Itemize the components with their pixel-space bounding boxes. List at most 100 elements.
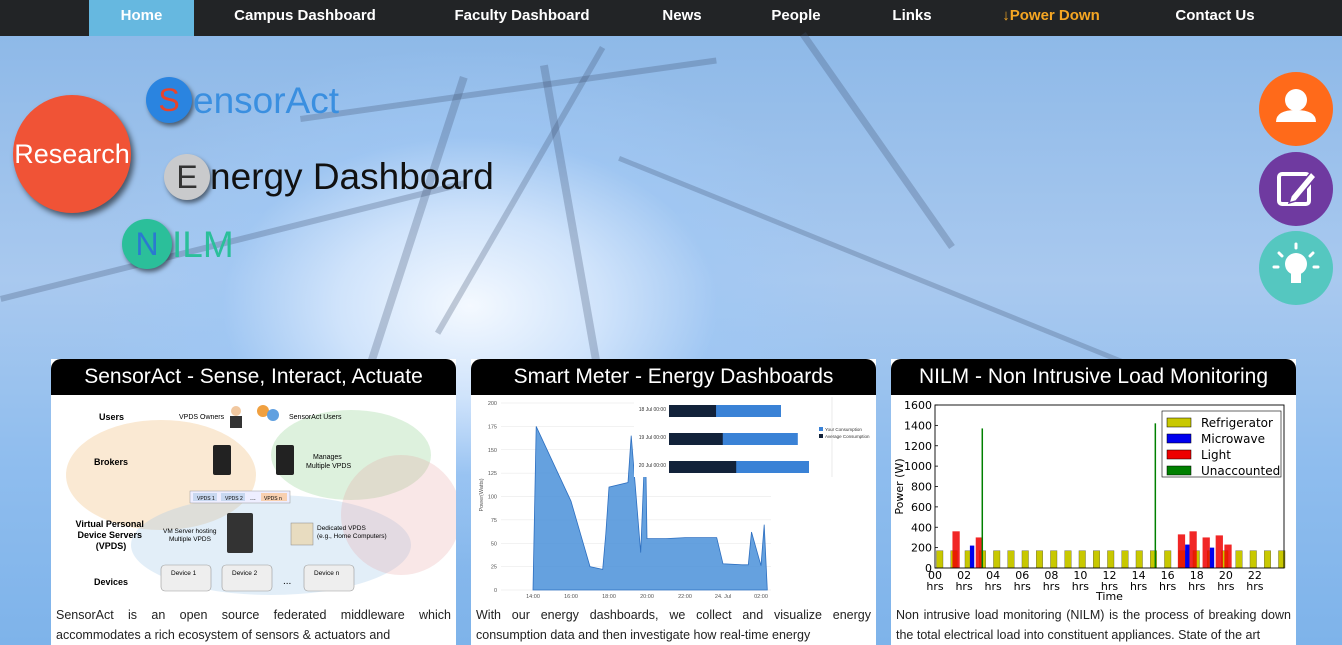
y-tick-label: 800: [911, 481, 932, 494]
vpds-dots: ...: [250, 495, 256, 502]
y-tick-label: 1000: [904, 460, 932, 473]
broker-server: [276, 445, 294, 475]
bar-category-label: 18 Jul 00:00: [639, 407, 666, 413]
microwave-block: [1209, 547, 1215, 568]
sensoract-architecture-diagram: Users Brokers Virtual Personal Device Se…: [51, 395, 456, 602]
y-tick-label: 1400: [904, 419, 932, 432]
y-tick-label: 100: [488, 495, 497, 501]
y-tick-label: 175: [488, 424, 497, 430]
device-box: [160, 564, 212, 592]
unaccounted-spike: [1154, 423, 1157, 568]
y-tick-label: 600: [911, 501, 932, 514]
x-tick-label: hrs: [1072, 580, 1089, 593]
nav-people[interactable]: People: [754, 0, 838, 36]
vpds-label: VPDS n: [264, 496, 282, 502]
owners-label: VPDS Owners: [179, 414, 225, 421]
row-label: Users: [99, 412, 124, 422]
bar-category-label: 20 Jul 00:00: [639, 463, 666, 469]
device-label: Device 2: [232, 570, 258, 577]
y-tick-label: 75: [491, 518, 497, 524]
nilm-link[interactable]: ILM: [172, 224, 234, 266]
y-tick-label: 125: [488, 471, 497, 477]
light-block: [1215, 535, 1223, 568]
nav-news[interactable]: News: [640, 0, 724, 36]
legend-label: Average Consumption: [825, 434, 870, 439]
smart-meter-chart: 0 25 50 75 100 125 150 175 200 14:00 16:00 18:00 20:…: [479, 397, 874, 600]
x-tick-label: 02:00: [754, 594, 768, 600]
nilm-chart-image: 0 200 400 600 800 1000 1200 1400 1600 00 hrs 02 hrs 0…: [891, 395, 1296, 603]
microwave-block: [969, 545, 975, 568]
legend-label: Your Consumption: [825, 427, 862, 432]
legend-swatch: [1166, 417, 1192, 428]
bar-average-consumption: [669, 405, 717, 417]
refrigerator-cycle: [1264, 550, 1271, 569]
users-label: SensorAct Users: [289, 414, 342, 421]
x-tick-label: hrs: [1188, 580, 1205, 593]
device-label: Device n: [314, 570, 340, 577]
y-tick-label: 1200: [904, 440, 932, 453]
manages-label-line: Multiple VPDS: [306, 463, 351, 470]
microwave-block: [1185, 544, 1190, 568]
light-block: [952, 531, 960, 568]
device-dots: ...: [283, 576, 291, 587]
row-label-line: Device Servers: [77, 530, 142, 540]
card-text: Non intrusive load monitoring (NILM) is …: [896, 608, 1291, 642]
x-tick-label: 14:00: [526, 594, 540, 600]
legend-label: Unaccounted: [1201, 464, 1280, 478]
research-bubble[interactable]: Research: [13, 95, 131, 213]
owner-figure: [230, 416, 242, 428]
nilm-chart: 0200400600800100012001400160000hrs02hrs0…: [893, 399, 1286, 603]
bar-average-consumption: [669, 433, 723, 445]
light-block: [1202, 537, 1210, 568]
light-block: [1177, 534, 1186, 568]
row-label-line: Virtual Personal: [76, 519, 144, 529]
refrigerator-cycle: [1164, 550, 1172, 569]
device-box: [221, 564, 273, 592]
edit-icon: [1277, 170, 1318, 206]
x-tick-label: 16:00: [564, 594, 578, 600]
broker-server: [213, 445, 231, 475]
vmserver-label-line: Multiple VPDS: [169, 536, 212, 543]
refrigerator-cycle: [1064, 550, 1072, 569]
refrigerator-cycle: [1021, 550, 1029, 569]
user-button[interactable]: [1259, 72, 1333, 146]
pylon-shape: [300, 57, 717, 122]
legend-swatch: [819, 427, 823, 431]
pylon-shape: [367, 76, 468, 364]
y-tick-label: 150: [488, 448, 497, 454]
nav-power-down[interactable]: ↓Power Down: [985, 0, 1117, 36]
nav-faculty-dashboard[interactable]: Faculty Dashboard: [432, 0, 612, 36]
lightbulb-button[interactable]: [1259, 231, 1333, 305]
sensoract-link[interactable]: ensorAct: [193, 80, 339, 122]
card-text: With our energy dashboards, we collect a…: [476, 608, 871, 642]
legend-label: Light: [1201, 448, 1231, 462]
nilm-card: NILM - Non Intrusive Load Monitoring 0 20…: [891, 359, 1296, 645]
card-title[interactable]: SensorAct - Sense, Interact, Actuate: [51, 359, 456, 395]
edit-button[interactable]: [1259, 152, 1333, 226]
vmserver-label-line: VM Server hosting: [163, 528, 217, 535]
x-tick-label: hrs: [926, 580, 943, 593]
card-title[interactable]: Smart Meter - Energy Dashboards: [471, 359, 876, 395]
x-tick-label: 24. Jul: [715, 594, 731, 600]
top-nav: Home Campus Dashboard Faculty Dashboard …: [0, 0, 1342, 36]
manages-label-line: Manages: [313, 454, 342, 461]
x-tick-label: hrs: [955, 580, 972, 593]
energy-dashboard-link[interactable]: nergy Dashboard: [210, 156, 494, 198]
x-tick-label: hrs: [1159, 580, 1176, 593]
vpds-label: VPDS 1: [197, 496, 215, 502]
nav-home[interactable]: Home: [89, 0, 194, 36]
nav-links[interactable]: Links: [870, 0, 954, 36]
refrigerator-cycle: [1093, 550, 1100, 569]
refrigerator-cycle: [1078, 550, 1086, 569]
pylon-shape: [800, 31, 955, 249]
lightbulb-icon: [1272, 242, 1320, 283]
card-title[interactable]: NILM - Non Intrusive Load Monitoring: [891, 359, 1296, 395]
device-label: Device 1: [171, 570, 197, 577]
y-tick-label: 200: [488, 401, 497, 407]
nav-contact-us[interactable]: Contact Us: [1155, 0, 1275, 36]
refrigerator-cycle: [1121, 550, 1129, 569]
nav-campus-dashboard[interactable]: Campus Dashboard: [215, 0, 395, 36]
x-tick-label: hrs: [1217, 580, 1234, 593]
users-figure: [267, 409, 279, 421]
smart-meter-card: Smart Meter - Energy Dashboards 0 25 50 75 1…: [471, 359, 876, 645]
